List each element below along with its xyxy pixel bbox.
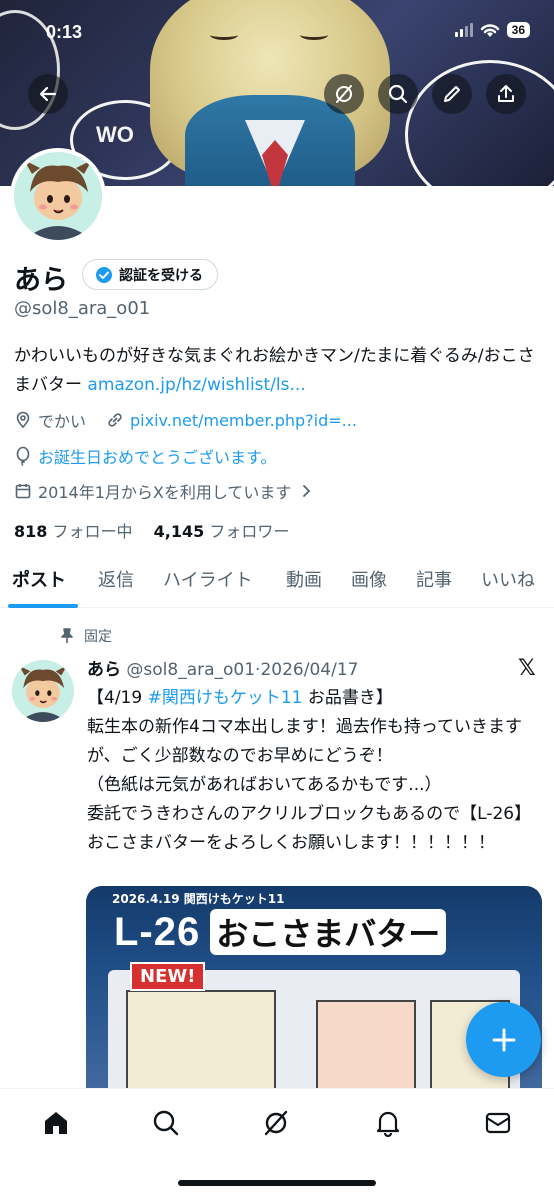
post-heading-line: 【4/19 #関西けもケット11 お品書き】 <box>87 684 547 713</box>
x-logo-icon: 𝕏 <box>518 656 536 681</box>
avatar-illustration <box>14 152 102 240</box>
nav-messages[interactable] <box>480 1105 516 1141</box>
status-time: 0:13 <box>46 22 83 42</box>
search-button[interactable] <box>378 74 418 114</box>
back-button[interactable] <box>28 74 68 114</box>
followers-count: 4,145 <box>153 522 205 541</box>
grok-icon <box>264 1110 288 1136</box>
status-indicators: 36 <box>454 22 530 38</box>
media-booth-number: L-26 <box>114 909 201 954</box>
profile-joined-row[interactable]: 2014年1月からXを利用しています <box>14 479 313 503</box>
post-author-name[interactable]: あら <box>87 660 121 680</box>
nav-grok[interactable] <box>258 1105 294 1141</box>
home-icon <box>45 1112 67 1134</box>
battery-indicator: 36 <box>506 22 530 38</box>
post-handle-date[interactable]: @sol8_ara_o01·2026/04/17 <box>126 660 358 680</box>
following-count: 818 <box>14 522 48 541</box>
post-text: 【4/19 #関西けもケット11 お品書き】 転生本の新作4コマ本出します！過去… <box>87 684 547 858</box>
tab-posts[interactable]: ポスト <box>12 566 66 592</box>
share-button[interactable] <box>486 74 526 114</box>
cellular-signal-icon <box>454 23 473 37</box>
profile-meta-location-website: でかい pixiv.net/member.php?id=... <box>14 408 357 432</box>
mail-icon <box>485 1112 511 1134</box>
post-author-avatar[interactable] <box>12 660 74 722</box>
followers-link[interactable]: 4,145 フォロワー <box>154 522 290 541</box>
profile-birthday-row: お誕生日おめでとうございます。 <box>14 444 276 468</box>
location-pin-icon <box>16 411 30 429</box>
tab-likes[interactable]: いいね <box>481 566 535 592</box>
hashtag-link[interactable]: #関西けもケット11 <box>148 688 303 708</box>
post-heading-prefix: 【4/19 <box>87 688 148 708</box>
pin-icon <box>61 628 73 643</box>
follow-counts: 818 フォロー中 4,145 フォロワー <box>14 518 289 542</box>
nav-home[interactable] <box>38 1105 74 1141</box>
pinned-label: 固定 <box>84 629 112 645</box>
search-icon <box>153 1110 179 1136</box>
link-icon <box>108 413 122 427</box>
plus-icon <box>492 1028 515 1051</box>
post-header: あら @sol8_ara_o01·2026/04/17 <box>87 655 358 680</box>
avatar-illustration <box>12 660 74 722</box>
profile-website-link[interactable]: pixiv.net/member.php?id=... <box>130 411 357 430</box>
profile-name: あら <box>14 265 68 296</box>
following-link[interactable]: 818 フォロー中 <box>14 522 133 541</box>
compose-post-button[interactable] <box>466 1002 541 1077</box>
tab-replies[interactable]: 返信 <box>98 566 134 592</box>
following-label: フォロー中 <box>52 522 133 541</box>
tab-videos[interactable]: 動画 <box>286 566 322 592</box>
share-icon <box>498 85 514 102</box>
followers-label: フォロワー <box>209 522 290 541</box>
media-headline: L-26 おこさまバター <box>114 902 514 962</box>
nav-search[interactable] <box>148 1105 184 1141</box>
get-verified-label: 認証を受ける <box>119 267 203 284</box>
banner-art-bubble <box>405 60 554 186</box>
profile-joined: 2014年1月からXを利用しています <box>38 483 292 502</box>
grok-button[interactable] <box>324 74 364 114</box>
post-media-image[interactable]: 2026.4.19 関西けもケット11 L-26 おこさまバター NEW! <box>86 886 542 1116</box>
media-circle-name: おこさまバター <box>210 909 447 955</box>
calendar-icon <box>15 484 31 499</box>
post-heading-suffix: お品書き】 <box>302 688 393 708</box>
tab-highlights[interactable]: ハイライト <box>163 566 253 592</box>
profile-birthday[interactable]: お誕生日おめでとうございます。 <box>38 444 276 468</box>
profile-avatar[interactable] <box>10 148 106 244</box>
profile-tabs: ポスト 返信 ハイライト 動画 画像 記事 いいね <box>0 556 554 608</box>
active-tab-indicator <box>8 604 78 608</box>
chevron-right-icon <box>303 485 311 497</box>
home-indicator[interactable] <box>178 1180 376 1186</box>
media-new-badge: NEW! <box>130 962 206 991</box>
pinned-indicator: 固定 <box>60 626 112 646</box>
banner-art-lettering: WO <box>96 122 134 147</box>
bell-icon <box>376 1111 400 1138</box>
profile-handle: @sol8_ara_o01 <box>14 298 151 319</box>
wifi-icon <box>480 23 499 37</box>
edit-icon <box>444 86 460 102</box>
get-verified-button[interactable]: 認証を受ける <box>82 259 218 290</box>
profile-bio: かわいいものが好きな気まぐれお絵かきマン/たまに着ぐるみ/おこさまバター ama… <box>14 342 544 400</box>
balloon-icon <box>16 446 30 466</box>
verified-badge-icon <box>96 266 112 283</box>
nav-notifications[interactable] <box>370 1105 406 1141</box>
tab-images[interactable]: 画像 <box>351 566 387 592</box>
grok-icon <box>336 85 352 103</box>
tab-articles[interactable]: 記事 <box>416 566 452 592</box>
back-arrow-icon <box>39 86 57 102</box>
edit-button[interactable] <box>432 74 472 114</box>
search-icon <box>388 84 408 104</box>
profile-location: でかい <box>38 412 87 431</box>
post-body: 転生本の新作4コマ本出します！過去作も持っていきますが、ごく少部数なのでお早めに… <box>87 717 532 853</box>
bio-wishlist-link[interactable]: amazon.jp/hz/wishlist/ls... <box>87 375 305 395</box>
